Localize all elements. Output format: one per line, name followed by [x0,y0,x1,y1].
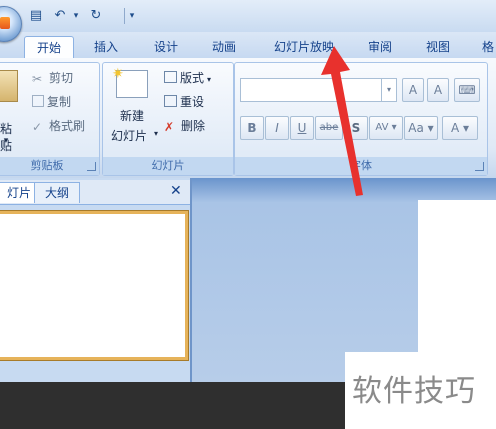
slide-thumbnail[interactable] [0,211,188,360]
close-pane-icon[interactable]: ✕ [170,183,182,199]
layout-dropdown-icon: ▾ [207,75,212,84]
tab-slides[interactable]: 灯片 [0,182,36,203]
copy-label: 复制 [47,95,72,109]
shrink-font-button[interactable]: A [427,78,449,102]
tab-design[interactable]: 设计 [146,36,186,58]
new-slide-label-2[interactable]: 幻灯片 [104,127,154,144]
copy-button[interactable]: 复制 [32,93,71,110]
reset-button[interactable]: 重设 [164,93,204,110]
change-case-label: Aa [408,121,424,135]
underline-button[interactable]: U [290,116,314,140]
tab-format[interactable]: 格 [478,36,496,58]
tab-insert[interactable]: 插入 [86,36,126,58]
format-painter-button[interactable]: ✓ 格式刷 [32,117,85,134]
italic-button[interactable]: I [265,116,289,140]
office-logo-icon [0,17,10,29]
new-slide-dropdown-icon[interactable]: ▾ [152,129,160,138]
copy-icon [32,95,44,107]
sparkle-icon: ✷ [112,66,124,82]
tab-outline[interactable]: 大纲 [34,182,80,203]
tab-review[interactable]: 审阅 [360,36,400,58]
clear-formatting-icon[interactable]: ⌨ [454,78,480,102]
format-painter-label: 格式刷 [49,119,86,133]
tab-view[interactable]: 视图 [418,36,458,58]
grow-font-button[interactable]: A [402,78,424,102]
font-name-combo[interactable] [240,78,382,102]
paste-dropdown-icon[interactable]: ▾ [0,136,16,146]
reset-label: 重设 [180,95,205,109]
dialog-launcher-icon[interactable] [87,162,96,171]
char-spacing-label: AV [375,122,389,133]
shrink-font-label: A [433,83,443,97]
tab-animation[interactable]: 动画 [204,36,244,58]
tab-slideshow[interactable]: 幻灯片放映 [266,36,342,58]
grow-font-label: A [408,83,418,97]
strikethrough-button[interactable]: abe [315,116,343,140]
group-label-clipboard: 剪贴板 [0,157,99,175]
reset-icon [164,95,177,107]
group-label-slides: 幻灯片 [103,157,233,175]
dialog-launcher-icon[interactable] [475,162,484,171]
cut-button[interactable]: ✂ 剪切 [32,69,73,86]
group-label-font: 字体 [235,157,487,175]
change-case-button[interactable]: Aa ▾ [404,116,438,140]
font-color-button[interactable]: A ▾ [442,116,478,140]
paste-icon[interactable] [0,70,18,102]
watermark-text: 软件技巧 [352,374,476,409]
font-color-label: A [450,121,460,135]
delete-icon: ✗ [164,120,175,134]
delete-label: 删除 [181,119,206,133]
tab-home[interactable]: 开始 [24,36,74,59]
char-spacing-button[interactable]: AV ▾ [369,116,403,140]
brush-icon: ✓ [32,120,43,134]
undo-icon[interactable]: ↶ [52,8,68,24]
bold-button[interactable]: B [240,116,264,140]
layout-icon [164,71,177,83]
delete-button[interactable]: ✗ 删除 [164,117,205,134]
redo-icon[interactable]: ↻ [88,8,104,24]
cut-label: 剪切 [49,71,74,85]
undo-dropdown-icon[interactable]: ▾ [68,8,84,24]
layout-button[interactable]: 版式 ▾ [164,69,211,86]
shadow-button[interactable]: S [344,116,368,140]
customize-quick-access-icon[interactable]: ▾ [124,8,140,24]
save-icon[interactable]: ▤ [28,8,44,24]
font-size-dropdown-icon[interactable]: ▾ [381,78,397,102]
layout-label: 版式 [180,71,205,85]
scissors-icon: ✂ [32,72,43,86]
new-slide-label[interactable]: 新建 [110,107,154,124]
